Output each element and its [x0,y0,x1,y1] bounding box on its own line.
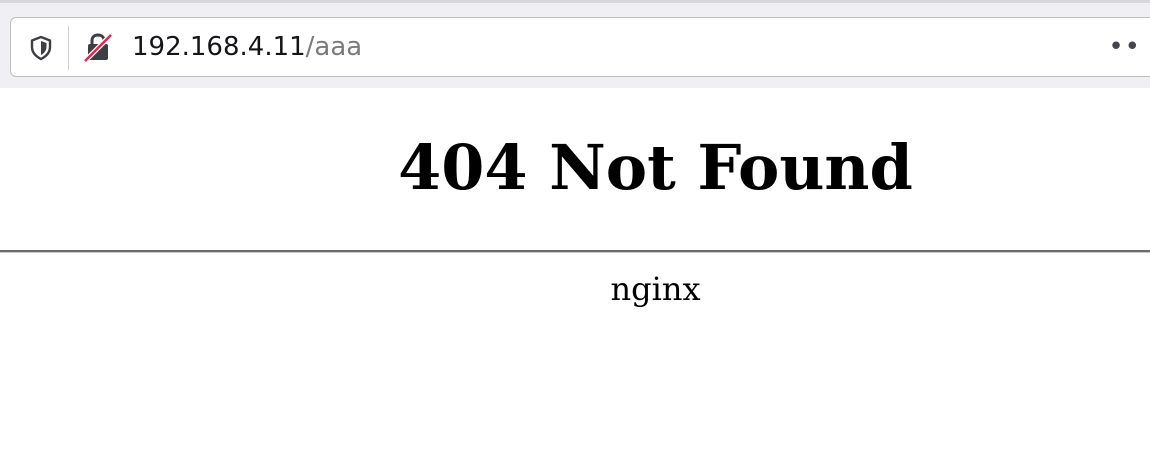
url-host: 192.168.4.11 [132,32,306,62]
insecure-lock-icon[interactable] [82,31,114,63]
page-content: 404 Not Found nginx [0,88,1150,476]
url-bar[interactable]: 192.168.4.11/aaa •• [10,17,1150,77]
divider [0,250,1150,253]
url-path: /aaa [305,32,363,62]
page-title: 404 Not Found [398,131,913,204]
server-name: nginx [610,270,701,308]
browser-toolbar: 192.168.4.11/aaa •• [0,0,1150,88]
url-text[interactable]: 192.168.4.11/aaa [132,18,362,76]
shield-icon[interactable] [27,34,55,62]
urlbar-separator [68,26,69,70]
more-icon[interactable]: •• [1108,18,1141,76]
